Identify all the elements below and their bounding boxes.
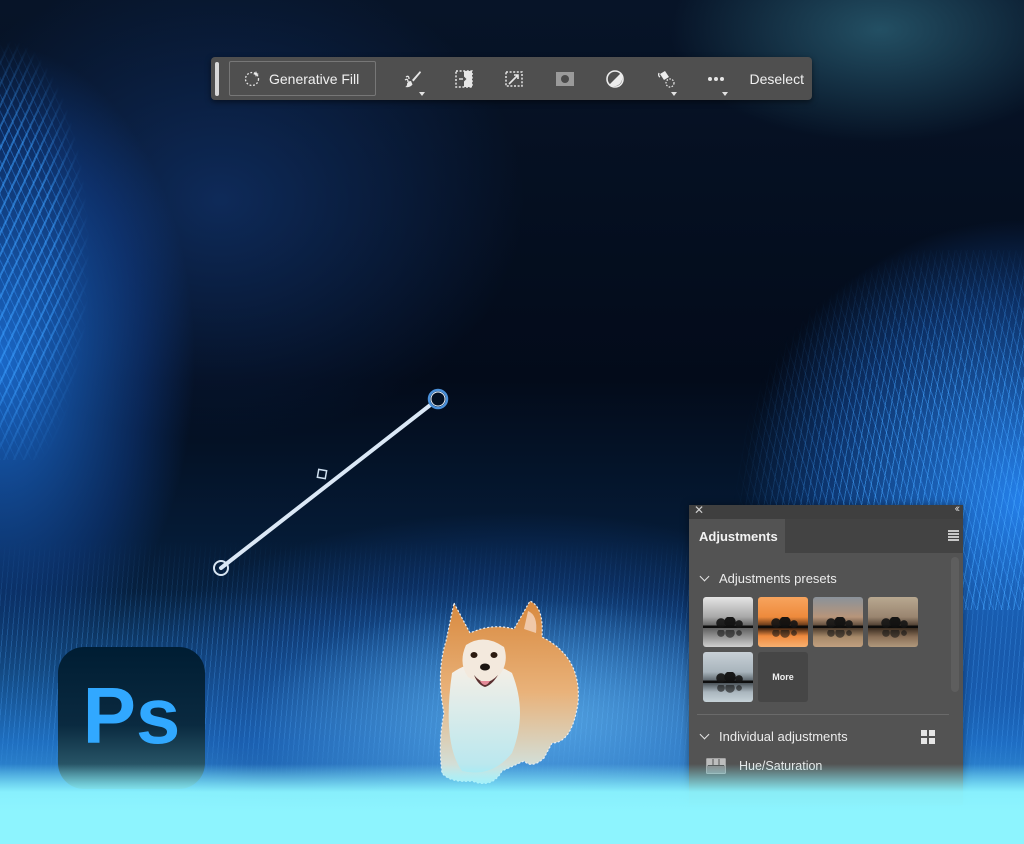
dropdown-caret[interactable] [418, 92, 425, 96]
more-presets-button[interactable]: More [758, 652, 808, 702]
close-icon[interactable]: ✕ [694, 503, 704, 517]
transform-selection-icon [505, 70, 523, 87]
transform-selection-button[interactable] [489, 61, 540, 96]
adjustment-layer-button[interactable] [590, 61, 641, 96]
preset-thumbnail-bw[interactable] [703, 597, 753, 647]
chevron-down-icon [699, 729, 710, 739]
presets-grid: More [689, 591, 963, 702]
select-brush-button[interactable] [388, 61, 439, 96]
more-options-icon [708, 76, 725, 81]
brush-select-icon [404, 70, 422, 87]
select-subject-button[interactable] [439, 61, 490, 96]
fill-selection-button[interactable] [641, 61, 692, 96]
section-title: Adjustments presets [719, 570, 837, 586]
deselect-button[interactable]: Deselect [750, 71, 804, 87]
section-adjustments-presets[interactable]: Adjustments presets [689, 565, 963, 591]
tab-adjustments[interactable]: Adjustments [689, 519, 785, 553]
more-options-button[interactable] [691, 61, 742, 96]
section-title: Individual adjustments [719, 728, 848, 744]
collapse-panel-icon[interactable]: ‹‹ [955, 503, 961, 515]
create-mask-icon [555, 71, 574, 86]
adjustments-panel: ✕ ‹‹ Adjustments Adjustments presets Mor… [689, 503, 963, 805]
drag-handle[interactable] [215, 61, 219, 96]
panel-menu-icon[interactable] [948, 530, 959, 542]
generative-fill-button[interactable]: Generative Fill [229, 61, 376, 96]
fill-selection-icon [657, 70, 675, 88]
generative-fill-label: Generative Fill [269, 70, 360, 87]
section-divider [697, 714, 949, 715]
select-subject-icon [455, 69, 473, 88]
panel-title-bar[interactable]: ✕ ‹‹ [689, 503, 963, 519]
foliage-left [0, 40, 160, 460]
dropdown-caret[interactable] [721, 92, 728, 96]
logo-text: Ps [82, 671, 181, 760]
panel-tab-row: Adjustments [689, 519, 963, 553]
contextual-task-bar: Generative Fill Deselect [211, 57, 812, 100]
corgi-selection[interactable] [432, 593, 592, 793]
chevron-down-icon [699, 571, 710, 581]
grid-view-icon[interactable] [921, 730, 935, 744]
preset-thumbnail-warm-orange[interactable] [758, 597, 808, 647]
preset-thumbnail-faded-warm[interactable] [813, 597, 863, 647]
preset-thumbnail-sepia[interactable] [868, 597, 918, 647]
adjustment-layer-icon [606, 69, 625, 88]
preset-thumbnail-cool-blue[interactable] [703, 652, 753, 702]
create-mask-button[interactable] [540, 61, 591, 96]
generative-fill-icon [244, 71, 260, 87]
dropdown-caret[interactable] [671, 92, 677, 96]
bottom-glow-overlay [0, 764, 1024, 844]
